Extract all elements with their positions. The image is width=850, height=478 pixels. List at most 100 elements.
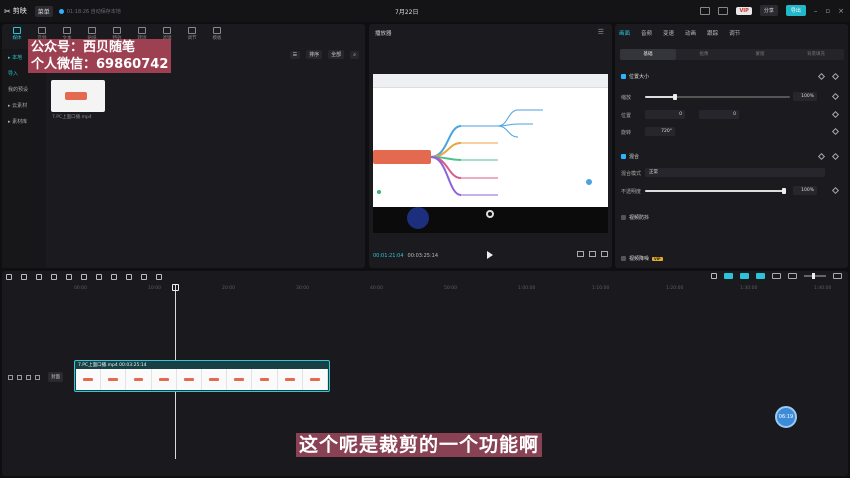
player-title: 播放器 (375, 31, 392, 37)
rotate-label: 旋转 (621, 130, 632, 136)
media-side-nav: ▸ 本地 导入 我的预设 ▸ 云素材 ▸ 素材库 (2, 49, 46, 268)
rotate-icon[interactable] (126, 274, 132, 280)
stabilize-checkbox[interactable] (621, 215, 626, 220)
select-tool-icon[interactable] (6, 274, 12, 280)
monitor-icon[interactable] (700, 6, 711, 15)
ruler-tick: 1:30:00 (740, 286, 758, 291)
denoise-section[interactable]: 视频降噪 VIP (621, 255, 663, 262)
menu-button[interactable]: 菜单 (34, 5, 53, 17)
scale-value[interactable]: 100% (793, 92, 817, 101)
tab-adjust[interactable]: 调节 (181, 24, 203, 46)
crop-tool-icon[interactable] (141, 274, 147, 280)
tab-template[interactable]: 模板 (206, 24, 228, 46)
preview-screen[interactable] (373, 74, 608, 207)
lock-icon[interactable] (8, 374, 13, 380)
opacity-keyframe-icon[interactable] (831, 186, 840, 195)
vip-badge[interactable]: VIP (736, 6, 752, 15)
export-button[interactable]: 导出 (785, 5, 806, 16)
project-title[interactable]: 7月22日 (395, 7, 418, 16)
position-y-input[interactable]: 0 (699, 110, 739, 119)
cover-button[interactable]: 封面 (48, 372, 63, 382)
tab-speed[interactable]: 变速 (663, 29, 674, 37)
snap-icon[interactable] (740, 273, 749, 279)
opacity-slider-knob[interactable] (782, 188, 786, 194)
zoom-slider[interactable] (804, 273, 826, 279)
blend-section[interactable]: 混合 (621, 153, 639, 160)
stabilize-section[interactable]: 视频防抖 (621, 214, 649, 221)
reverse-icon[interactable] (96, 274, 102, 280)
playhead-handle[interactable] (172, 284, 179, 291)
floating-timer-badge[interactable]: 06:19 (775, 406, 797, 428)
subtab-background[interactable]: 背景填充 (788, 49, 844, 60)
section-title: 视频降噪 (629, 256, 650, 262)
scale-slider[interactable] (645, 94, 790, 100)
reset-icon[interactable] (817, 72, 826, 81)
view-toggle-icon[interactable]: ☰ (289, 50, 301, 59)
eye-icon[interactable] (17, 374, 22, 380)
tab-video[interactable]: 画面 (619, 29, 630, 37)
search-icon[interactable]: ⌕ (350, 50, 359, 59)
clip-frame (76, 369, 102, 390)
scale-slider-knob[interactable] (673, 94, 677, 100)
position-keyframe-icon[interactable] (831, 110, 840, 119)
position-size-checkbox[interactable] (621, 74, 626, 79)
play-icon[interactable] (487, 251, 493, 259)
speaker-icon[interactable] (35, 374, 40, 380)
tab-media[interactable]: 媒体 (6, 24, 28, 46)
rotate-input[interactable]: 720° (645, 127, 675, 136)
mirror-icon[interactable] (111, 274, 117, 280)
ratio-icon[interactable] (589, 251, 596, 257)
tab-animation[interactable]: 动画 (685, 29, 696, 37)
sort-button[interactable]: 排序 (306, 50, 323, 59)
blend-keyframe-icon[interactable] (831, 152, 840, 161)
delete-icon[interactable] (66, 274, 72, 280)
close-icon[interactable]: × (838, 7, 844, 15)
subtab-basic[interactable]: 基础 (620, 49, 676, 60)
microphone-icon[interactable] (711, 273, 717, 279)
opacity-value[interactable]: 100% (793, 186, 817, 195)
subtab-cutout[interactable]: 抠像 (676, 49, 732, 60)
keyframe-icon[interactable] (831, 72, 840, 81)
opacity-slider[interactable] (645, 188, 786, 194)
crop-icon[interactable] (577, 251, 584, 257)
scale-keyframe-icon[interactable] (831, 92, 840, 101)
zoom-fit-icon[interactable] (833, 273, 842, 279)
tab-adjust-attr[interactable]: 调节 (729, 29, 740, 37)
denoise-checkbox[interactable] (621, 256, 626, 261)
blend-reset-icon[interactable] (817, 152, 826, 161)
position-x-input[interactable]: 0 (645, 110, 685, 119)
media-icon (13, 27, 21, 34)
media-clip-thumbnail[interactable] (51, 80, 105, 112)
zoom-knob[interactable] (812, 273, 815, 279)
player-menu-icon[interactable]: ☰ (598, 28, 604, 36)
side-nav-library[interactable]: ▸ 素材库 (2, 113, 46, 129)
fullscreen-icon[interactable] (601, 251, 608, 257)
undo-icon[interactable] (21, 274, 27, 280)
minimize-icon[interactable]: – (814, 7, 818, 15)
tab-tracking[interactable]: 跟踪 (707, 29, 718, 37)
blend-mode-select[interactable]: 正常 (645, 168, 825, 177)
filter-button[interactable]: 全部 (328, 50, 345, 59)
layout-icon[interactable] (718, 6, 729, 15)
redo-icon[interactable] (36, 274, 42, 280)
video-clip[interactable]: 7.PC上面口播.mp4 00:03:25:14 (74, 360, 330, 392)
split-icon[interactable] (51, 274, 57, 280)
side-nav-cloud[interactable]: ▸ 云素材 (2, 97, 46, 113)
blend-checkbox[interactable] (621, 154, 626, 159)
tab-audio-attr[interactable]: 音频 (641, 29, 652, 37)
audio-wave-icon[interactable] (772, 273, 781, 279)
subtab-mask[interactable]: 蒙版 (732, 49, 788, 60)
link-icon[interactable] (724, 273, 733, 279)
freeze-icon[interactable] (81, 274, 87, 280)
timeline-ruler[interactable]: 00:00 10:00 20:00 30:00 40:00 50:00 1:00… (74, 286, 844, 294)
share-button[interactable]: 分享 (759, 5, 778, 16)
fit-icon[interactable] (156, 274, 162, 280)
position-size-section[interactable]: 位置大小 (621, 73, 649, 80)
mute-icon[interactable] (26, 374, 31, 380)
maximize-icon[interactable]: ▫ (825, 7, 830, 15)
preview-axis-icon[interactable] (756, 273, 765, 279)
side-nav-presets[interactable]: 我的预设 (2, 81, 46, 97)
zoom-out-icon[interactable] (788, 273, 797, 279)
rotate-keyframe-icon[interactable] (831, 127, 840, 136)
autosave-text: 01:18:26 自动保存本地 (66, 8, 121, 15)
